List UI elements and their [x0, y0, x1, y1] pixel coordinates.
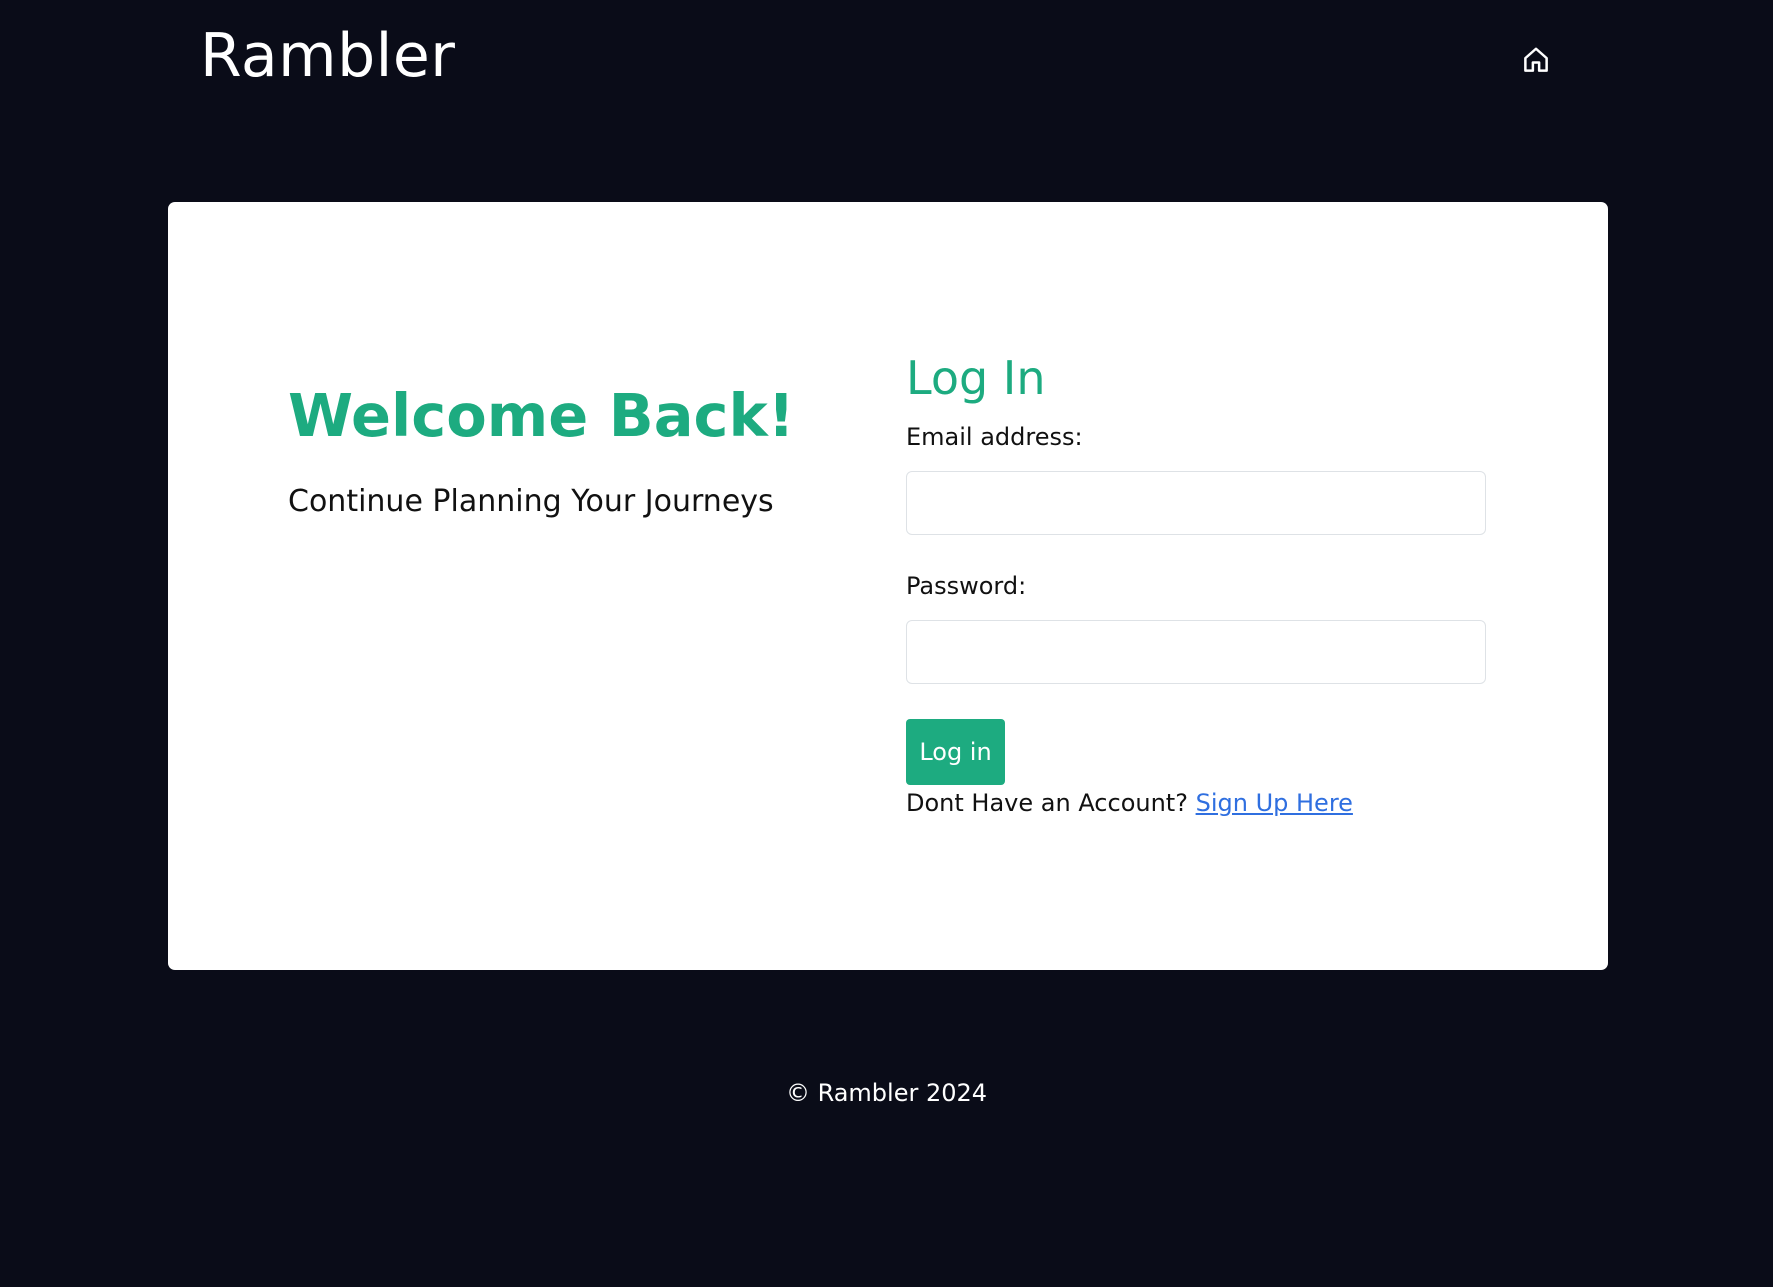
home-link[interactable] — [1518, 44, 1554, 80]
welcome-subtitle: Continue Planning Your Journeys — [288, 484, 774, 519]
signup-link[interactable]: Sign Up Here — [1196, 789, 1353, 817]
login-button[interactable]: Log in — [906, 719, 1005, 785]
login-title: Log In — [906, 351, 1046, 405]
footer: © Rambler 2024 — [0, 1076, 1773, 1110]
signup-prompt: Dont Have an Account? Sign Up Here — [906, 786, 1353, 820]
brand-logo[interactable]: Rambler — [200, 18, 455, 94]
welcome-title: Welcome Back! — [288, 381, 795, 450]
email-field[interactable] — [906, 471, 1486, 535]
signup-prompt-text: Dont Have an Account? — [906, 789, 1188, 817]
home-icon — [1521, 45, 1551, 79]
copyright-text: © Rambler 2024 — [785, 1079, 988, 1107]
login-card: Welcome Back! Continue Planning Your Jou… — [168, 202, 1608, 970]
email-label: Email address: — [906, 423, 1083, 451]
password-label: Password: — [906, 572, 1027, 600]
password-field[interactable] — [906, 620, 1486, 684]
top-navbar: Rambler — [0, 0, 1773, 120]
